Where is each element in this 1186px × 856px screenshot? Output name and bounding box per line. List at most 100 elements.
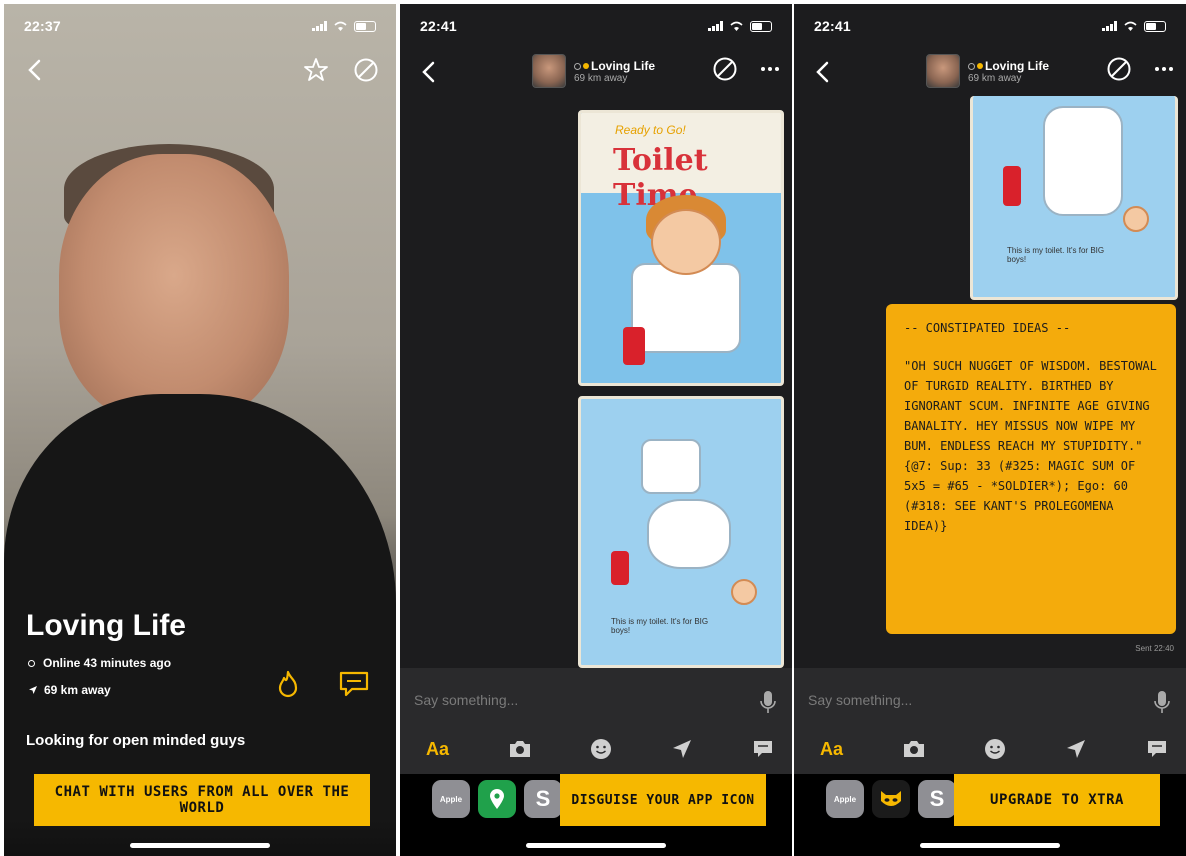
app-icon-grey[interactable]: Apple <box>432 780 470 818</box>
contact-name-row: Loving Life <box>968 59 1049 73</box>
ad-bar: Apple S DISGUISE YOUR APP ICON <box>400 774 792 856</box>
chat-contact[interactable]: Loving Life 69 km away <box>926 54 1049 88</box>
text-message-yellow[interactable]: -- CONSTIPATED IDEAS -- "OH SUCH NUGGET … <box>886 304 1176 634</box>
chat-header-actions <box>712 56 780 82</box>
battery-icon <box>354 20 376 32</box>
wifi-icon <box>730 21 743 31</box>
ad-bar: Apple S UPGRADE TO XTRA <box>794 774 1186 856</box>
small-figure <box>731 579 757 605</box>
mic-icon[interactable] <box>1154 690 1170 714</box>
contact-info: Loving Life 69 km away <box>574 59 655 84</box>
chat-header-actions <box>1106 56 1174 82</box>
chat-bubble-icon[interactable] <box>338 670 370 698</box>
saved-phrases-icon[interactable] <box>1146 739 1168 759</box>
image-caption: This is my toilet. It's for BIG boys! <box>611 617 709 635</box>
profile-bio: Looking for open minded guys <box>26 732 246 749</box>
text-format-button[interactable]: Aa <box>820 739 843 760</box>
fire-icon[interactable] <box>274 670 302 700</box>
toilet-bowl <box>647 499 731 569</box>
location-icon[interactable] <box>1065 738 1087 760</box>
more-icon[interactable] <box>760 66 780 72</box>
wifi-icon <box>334 21 347 31</box>
block-icon[interactable] <box>350 54 382 86</box>
location-icon[interactable] <box>671 738 693 760</box>
book-subtitle: Ready to Go! <box>615 123 686 137</box>
photo-face <box>59 154 289 424</box>
upgrade-xtra-banner[interactable]: UPGRADE TO XTRA <box>954 774 1160 826</box>
disguise-icon-banner[interactable]: DISGUISE YOUR APP ICON <box>560 774 766 826</box>
composer-toolbar: Aa <box>400 734 792 764</box>
app-icon-s[interactable]: S <box>524 780 562 818</box>
emoji-icon[interactable] <box>984 738 1006 760</box>
camera-icon[interactable] <box>508 739 532 759</box>
contact-distance: 69 km away <box>968 72 1022 84</box>
camera-icon[interactable] <box>902 739 926 759</box>
toilet-bowl <box>1043 106 1123 216</box>
home-indicator <box>526 843 666 848</box>
app-icon-grindr-mask[interactable] <box>872 780 910 818</box>
signal-icon <box>312 21 327 31</box>
back-arrow-icon[interactable] <box>412 56 444 88</box>
back-arrow-icon[interactable] <box>18 54 50 86</box>
emoji-icon[interactable] <box>590 738 612 760</box>
block-icon[interactable] <box>1106 56 1132 82</box>
contact-name-row: Loving Life <box>574 59 655 73</box>
image-message-toilet-page[interactable]: This is my toilet. It's for BIG boys! <box>578 396 784 668</box>
profile-actions-top <box>300 54 382 86</box>
small-figure <box>1123 206 1149 232</box>
avatar[interactable] <box>532 54 566 88</box>
contact-info: Loving Life 69 km away <box>968 59 1049 84</box>
composer-toolbar: Aa <box>794 734 1186 764</box>
online-status: Online 43 minutes ago <box>28 656 171 670</box>
status-time: 22:37 <box>24 18 61 34</box>
image-message-book-cover[interactable]: Ready to Go! Toilet Time <box>578 110 784 386</box>
home-indicator <box>130 843 270 848</box>
app-icon-maps[interactable] <box>478 780 516 818</box>
alt-app-icons: Apple S <box>432 780 562 818</box>
status-time: 22:41 <box>420 18 457 34</box>
message-input[interactable]: Say something... <box>808 692 912 708</box>
alt-app-icons: Apple S <box>826 780 956 818</box>
profile-name: Loving Life <box>26 609 186 642</box>
status-icons <box>312 20 376 32</box>
status-bar: 22:37 <box>4 4 396 48</box>
chat-contact[interactable]: Loving Life 69 km away <box>532 54 655 88</box>
plunger-illustration <box>1003 166 1021 206</box>
online-ring-icon <box>968 62 975 70</box>
more-icon[interactable] <box>1154 66 1174 72</box>
status-icons <box>708 20 772 32</box>
profile-photo[interactable] <box>4 4 396 856</box>
online-ring-icon <box>28 659 35 667</box>
block-icon[interactable] <box>712 56 738 82</box>
contact-name: Loving Life <box>591 58 655 73</box>
online-text: Online 43 minutes ago <box>43 656 172 670</box>
status-time: 22:41 <box>814 18 851 34</box>
kid-head <box>651 209 721 275</box>
chat-header: Loving Life 69 km away <box>400 50 792 94</box>
toilet-illustration <box>631 263 741 353</box>
saved-phrases-icon[interactable] <box>752 739 774 759</box>
chat-world-banner[interactable]: CHAT WITH USERS FROM ALL OVER THE WORLD <box>34 774 370 826</box>
home-indicator <box>920 843 1060 848</box>
chat-screen-1: 22:41 Loving Life 69 km away Ready to Go… <box>400 4 792 856</box>
photo-shirt <box>4 394 396 814</box>
online-dot-icon <box>583 62 589 69</box>
message-body: "OH SUCH NUGGET OF WISDOM. BESTOWAL OF T… <box>904 359 1157 533</box>
back-arrow-icon[interactable] <box>806 56 838 88</box>
text-format-button[interactable]: Aa <box>426 739 449 760</box>
contact-name: Loving Life <box>985 58 1049 73</box>
status-bar: 22:41 <box>400 4 792 48</box>
message-input[interactable]: Say something... <box>414 692 518 708</box>
app-icon-grey[interactable]: Apple <box>826 780 864 818</box>
battery-icon <box>750 20 772 32</box>
chat-header: Loving Life 69 km away <box>794 50 1186 94</box>
avatar[interactable] <box>926 54 960 88</box>
message-header: -- CONSTIPATED IDEAS -- <box>904 321 1071 335</box>
image-message-toilet-page[interactable]: This is my toilet. It's for BIG boys! <box>970 96 1178 300</box>
app-icon-s[interactable]: S <box>918 780 956 818</box>
mic-icon[interactable] <box>760 690 776 714</box>
chat-screen-2: 22:41 Loving Life 69 km away This is my <box>794 4 1186 856</box>
plunger-illustration <box>611 551 629 585</box>
profile-topnav <box>4 52 396 88</box>
star-icon[interactable] <box>300 54 332 86</box>
